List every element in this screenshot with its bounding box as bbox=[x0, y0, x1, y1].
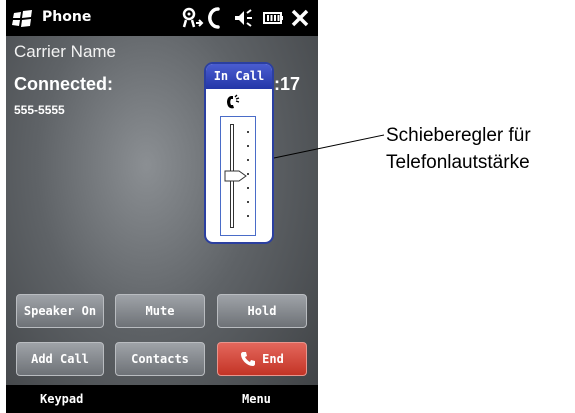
callout-line-2: Telefonlautstärke bbox=[386, 152, 530, 173]
callout-label: Schieberegler für Telefonlautstärke bbox=[386, 122, 531, 176]
callout-leader-line bbox=[273, 134, 385, 159]
callout-line-1: Schieberegler für bbox=[386, 125, 531, 146]
